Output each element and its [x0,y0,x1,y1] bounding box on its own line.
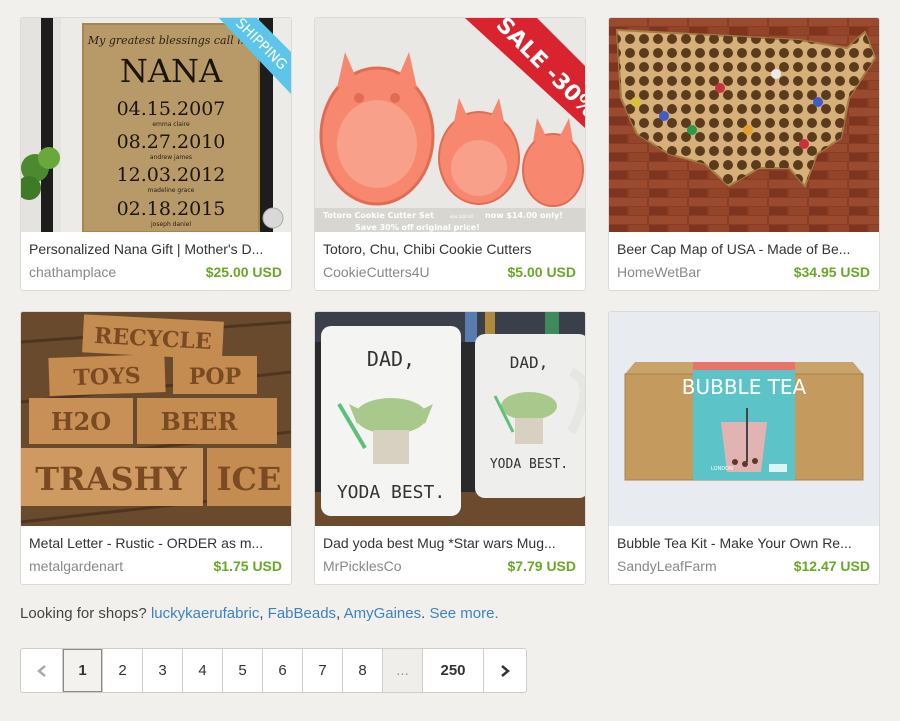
listing-card[interactable]: SALE -30% Totoro Cookie Cutter Set was $… [314,17,586,291]
image-text: YODA BEST. [490,457,568,472]
listing-title[interactable]: Dad yoda best Mug *Star wars Mug... [323,535,577,551]
image-text: DAD, [510,353,549,372]
chevron-right-icon [501,664,510,677]
page-button[interactable]: 4 [183,649,223,692]
pagination: 1 2 3 4 5 6 7 8 ... 250 [20,648,527,693]
image-text: NANA [120,52,223,90]
shop-name[interactable]: HomeWetBar [617,264,701,280]
page-button[interactable]: 8 [343,649,383,692]
image-text: BEER [161,407,239,436]
image-text: LONDON [711,466,733,472]
image-text: madeline grace [148,187,195,194]
listing-title[interactable]: Beer Cap Map of USA - Made of Be... [617,241,871,257]
image-text: 04.15.2007 [117,98,226,120]
pagination-ellipsis: ... [383,649,423,692]
listing-image[interactable]: RECYCLE TOYS POP H2O BEER TRASHY ICE [21,312,291,526]
image-text: My greatest blessings call me [87,34,255,47]
page-button[interactable]: 3 [143,649,183,692]
page-button[interactable]: 6 [263,649,303,692]
listing-title[interactable]: Bubble Tea Kit - Make Your Own Re... [617,535,871,551]
image-text: 08.27.2010 [117,131,226,153]
listing-price: $1.75 USD [213,558,282,574]
listing-image[interactable]: My greatest blessings call me NANA 04.15… [21,18,291,232]
shop-name[interactable]: MrPicklesCo [323,558,402,574]
listing-price: $7.79 USD [507,558,576,574]
image-text: joseph daniel [150,221,191,228]
image-text: YODA BEST. [337,482,445,503]
listing-image[interactable]: DAD, YODA BEST. DAD, YODA BEST. [315,312,585,526]
listing-card[interactable]: RECYCLE TOYS POP H2O BEER TRASHY ICE Met… [20,311,292,585]
listing-title[interactable]: Personalized Nana Gift | Mother's D... [29,241,283,257]
last-page-button[interactable]: 250 [423,649,484,692]
shop-name[interactable]: chathamplace [29,264,116,280]
listing-title[interactable]: Totoro, Chu, Chibi Cookie Cutters [323,241,577,257]
image-text: Save 30% off original price! [355,223,480,232]
shop-link[interactable]: FabBeads [268,605,336,622]
listing-title[interactable]: Metal Letter - Rustic - ORDER as m... [29,535,283,551]
listing-image[interactable]: BUBBLE TEA LONDON [609,312,879,526]
listing-price: $12.47 USD [793,558,870,574]
chevron-left-icon [36,664,46,677]
image-text: emma claire [152,121,190,128]
image-text: DAD, [367,347,415,371]
shop-suggestions: Looking for shops? luckykaerufabric, Fab… [20,605,499,622]
image-text: BUBBLE TEA [682,375,807,399]
page-button[interactable]: 2 [103,649,143,692]
image-text: POP [189,364,241,390]
image-text: 02.18.2015 [117,198,226,220]
listing-price: $34.95 USD [793,264,870,280]
shop-name[interactable]: CookieCutters4U [323,264,430,280]
prev-page-button[interactable] [21,649,63,692]
see-more-link[interactable]: See more. [429,605,498,622]
image-text: 12.03.2012 [117,164,226,186]
listing-card[interactable]: Beer Cap Map of USA - Made of Be... Home… [608,17,880,291]
listing-card[interactable]: My greatest blessings call me NANA 04.15… [20,17,292,291]
listing-image[interactable] [609,18,879,232]
image-text: was $20.00 [450,214,474,219]
image-text: andrew james [150,154,192,161]
shop-name[interactable]: metalgardenart [29,558,123,574]
listing-image[interactable]: SALE -30% Totoro Cookie Cutter Set was $… [315,18,585,232]
listing-card[interactable]: DAD, YODA BEST. DAD, YODA BEST. Dad yoda… [314,311,586,585]
image-text: TOYS [73,363,141,391]
shop-suggestions-prefix: Looking for shops? [20,605,147,622]
page-button[interactable]: 1 [63,649,103,692]
shop-name[interactable]: SandyLeafFarm [617,558,717,574]
listing-price: $5.00 USD [507,264,576,280]
shop-link[interactable]: AmyGaines [344,605,422,622]
image-text: Totoro Cookie Cutter Set [323,211,434,220]
listing-card[interactable]: BUBBLE TEA LONDON Bubble Tea Kit - Make … [608,311,880,585]
page-button[interactable]: 5 [223,649,263,692]
page-button[interactable]: 7 [303,649,343,692]
shop-link[interactable]: luckykaerufabric [151,605,259,622]
image-text: H2O [51,407,111,436]
image-text: ICE [217,460,282,498]
image-text: now $14.00 only! [485,211,563,220]
next-page-button[interactable] [484,649,526,692]
image-text: TRASHY [35,460,188,498]
listing-price: $25.00 USD [205,264,282,280]
